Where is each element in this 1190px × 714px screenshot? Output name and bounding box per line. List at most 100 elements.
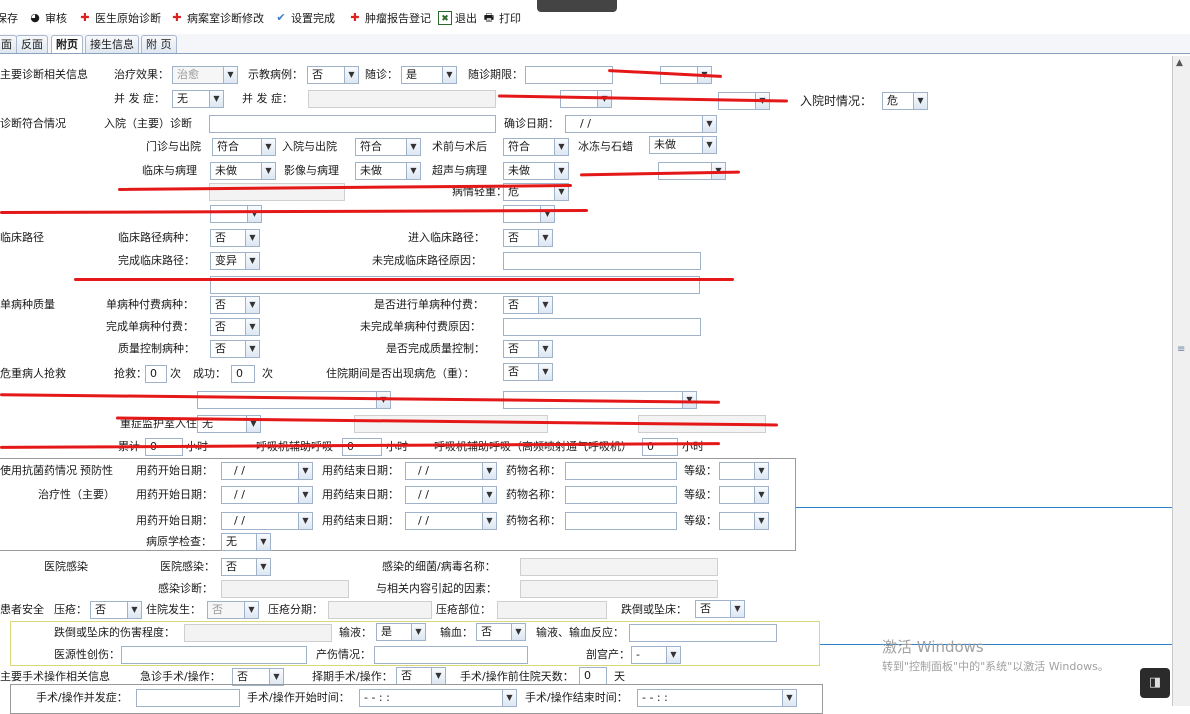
complete-clinical-path-select[interactable]: 变异 ▼	[210, 252, 260, 270]
rescue-success-input[interactable]: 0	[231, 365, 255, 383]
single-pay-complete-select[interactable]: 否 ▼	[210, 318, 260, 336]
record-room-modify-button[interactable]: ✚ 病案室诊断修改	[170, 10, 264, 26]
infect-factor-input[interactable]	[520, 580, 718, 598]
admit-vs-discharge-select[interactable]: 符合 ▼	[355, 138, 421, 156]
critical-during-select[interactable]: 否 ▼	[503, 363, 553, 381]
fall-injury-input[interactable]	[184, 624, 332, 642]
complication-select[interactable]: 无 ▼	[172, 90, 224, 108]
chevron-down-icon: ▼	[256, 559, 270, 575]
chevron-down-icon: ▼	[406, 139, 420, 155]
followup-period-input[interactable]	[525, 66, 613, 84]
drug-level-label-1: 等级：	[684, 464, 717, 477]
taskbar-app-icon[interactable]: ◨	[1140, 668, 1170, 698]
tab-back[interactable]: 反面	[16, 35, 48, 53]
preop-days-input[interactable]: 0	[579, 667, 607, 685]
critical-during-label: 住院期间是否出现病危（重）：	[326, 367, 475, 380]
demo-case-select[interactable]: 否 ▼	[307, 66, 359, 84]
elective-surgery-select[interactable]: 否 ▼	[396, 667, 446, 685]
fall-select[interactable]: 否 ▼	[695, 600, 745, 618]
vertical-scrollbar[interactable]: ▲ ≡	[1172, 56, 1190, 706]
clinical-path-disease-select[interactable]: 否 ▼	[210, 229, 260, 247]
clinic-vs-path-select[interactable]: 未做 ▼	[210, 162, 276, 180]
single-pay-do-select[interactable]: 否 ▼	[503, 296, 553, 314]
set-complete-button[interactable]: ✔ 设置完成	[274, 10, 335, 26]
pathogen-test-select[interactable]: 无 ▼	[221, 533, 271, 551]
complication2-input[interactable]	[308, 90, 496, 108]
drug-start-select-1[interactable]: / / ▼	[221, 462, 313, 480]
tumor-report-button[interactable]: ✚ 肿瘤报告登记	[348, 10, 431, 26]
transfusion-select[interactable]: 是 ▼	[376, 623, 426, 641]
birth-status-input[interactable]	[374, 646, 528, 664]
sore-site-input[interactable]	[497, 601, 607, 619]
print-button[interactable]: 🖶 打印	[482, 10, 521, 26]
rescue-count-input[interactable]: 0	[145, 365, 167, 383]
chevron-down-icon: ▼	[702, 116, 716, 132]
image-vs-path-select[interactable]: 未做 ▼	[355, 162, 421, 180]
original-diagnosis-button[interactable]: ✚ 医生原始诊断	[78, 10, 161, 26]
tab-birth-info[interactable]: 接生信息	[85, 35, 139, 53]
transfusion-reaction-input[interactable]	[629, 624, 777, 642]
drug-level-select-2[interactable]: ▼	[719, 486, 769, 504]
drug-name-input-2[interactable]	[565, 486, 677, 504]
incomplete-reason-input[interactable]	[503, 252, 701, 270]
cesarean-select[interactable]: - ▼	[631, 646, 681, 664]
drug-name-input-1[interactable]	[565, 462, 677, 480]
infect-diag-input[interactable]	[221, 580, 349, 598]
drug-end-select-1[interactable]: / / ▼	[405, 462, 497, 480]
hospital-infection-select[interactable]: 否 ▼	[221, 558, 271, 576]
blood-transfusion-select[interactable]: 否 ▼	[476, 623, 526, 641]
drug-start-select-2[interactable]: / / ▼	[221, 486, 313, 504]
chevron-down-icon: ▼	[730, 601, 744, 617]
treat-effect-select[interactable]: 治愈 ▼	[172, 66, 238, 84]
surgery-end-select[interactable]: - - : : ▼	[637, 689, 797, 707]
drug-start-select-3[interactable]: / / ▼	[221, 512, 313, 530]
print-label: 打印	[499, 12, 521, 25]
single-pay-reason-input[interactable]	[503, 318, 701, 336]
scroll-up-icon[interactable]: ▲	[1176, 58, 1183, 68]
obscured-select-4[interactable]: ▼	[210, 205, 262, 223]
exit-button[interactable]: ✖ 退出	[438, 10, 477, 26]
chevron-down-icon: ▼	[554, 163, 568, 179]
ventilator-hf-unit: 小时	[682, 440, 704, 453]
drug-end-select-2[interactable]: / / ▼	[405, 486, 497, 504]
ventilator-hf-input[interactable]: 0	[642, 438, 678, 456]
sore-stage-input[interactable]	[328, 601, 432, 619]
preop-vs-postop-select[interactable]: 符合 ▼	[503, 138, 569, 156]
surgery-start-select[interactable]: - - : : ▼	[359, 689, 517, 707]
infect-bacteria-input[interactable]	[520, 558, 718, 576]
qc-disease-select[interactable]: 否 ▼	[210, 340, 260, 358]
obscured-select-5[interactable]: ▼	[503, 205, 555, 223]
surgery-complication-label: 手术/操作并发症：	[36, 691, 128, 704]
audit-button[interactable]: ◕ 审核	[28, 10, 67, 26]
drug-level-select-1[interactable]: ▼	[719, 462, 769, 480]
fall-injury-label: 跌倒或坠床的伤害程度：	[54, 626, 175, 639]
drug-level-select-3[interactable]: ▼	[719, 512, 769, 530]
in-hospital-occur-select[interactable]: 否 ▼	[207, 601, 259, 619]
drug-end-select-3[interactable]: / / ▼	[405, 512, 497, 530]
readmit-time-input[interactable]	[354, 415, 548, 433]
single-pay-disease-select[interactable]: 否 ▼	[210, 296, 260, 314]
out-vs-discharge-select[interactable]: 符合 ▼	[212, 138, 276, 156]
save-button[interactable]: 保存	[0, 10, 18, 26]
tab-front[interactable]: 面	[0, 35, 17, 53]
scroll-grip-icon[interactable]: ≡	[1177, 344, 1185, 355]
tab-appendix[interactable]: 附页	[51, 35, 83, 53]
iatrogenic-input[interactable]	[121, 646, 307, 664]
frozen-vs-paraffin-label: 冰冻与石蜡	[578, 140, 633, 153]
enter-clinical-path-select[interactable]: 否 ▼	[503, 229, 553, 247]
followup-select[interactable]: 是 ▼	[401, 66, 457, 84]
drug-name-input-3[interactable]	[565, 512, 677, 530]
chevron-down-icon: ▼	[554, 139, 568, 155]
qc-complete-select[interactable]: 否 ▼	[503, 340, 553, 358]
admit-main-diag-input[interactable]	[209, 115, 496, 133]
tab-appendix-2[interactable]: 附 页	[141, 35, 177, 53]
chevron-down-icon: ▼	[344, 67, 358, 83]
chevron-down-icon: ▼	[127, 602, 141, 618]
us-vs-path-select[interactable]: 未做 ▼	[503, 162, 569, 180]
surgery-complication-input[interactable]	[136, 689, 240, 707]
admit-state-select[interactable]: 危 ▼	[882, 92, 928, 110]
frozen-vs-paraffin-select[interactable]: 未做 ▼	[649, 136, 717, 154]
confirm-date-select[interactable]: / / ▼	[565, 115, 717, 133]
pressure-sore-select[interactable]: 否 ▼	[90, 601, 142, 619]
drug-start-value: / /	[234, 464, 245, 477]
